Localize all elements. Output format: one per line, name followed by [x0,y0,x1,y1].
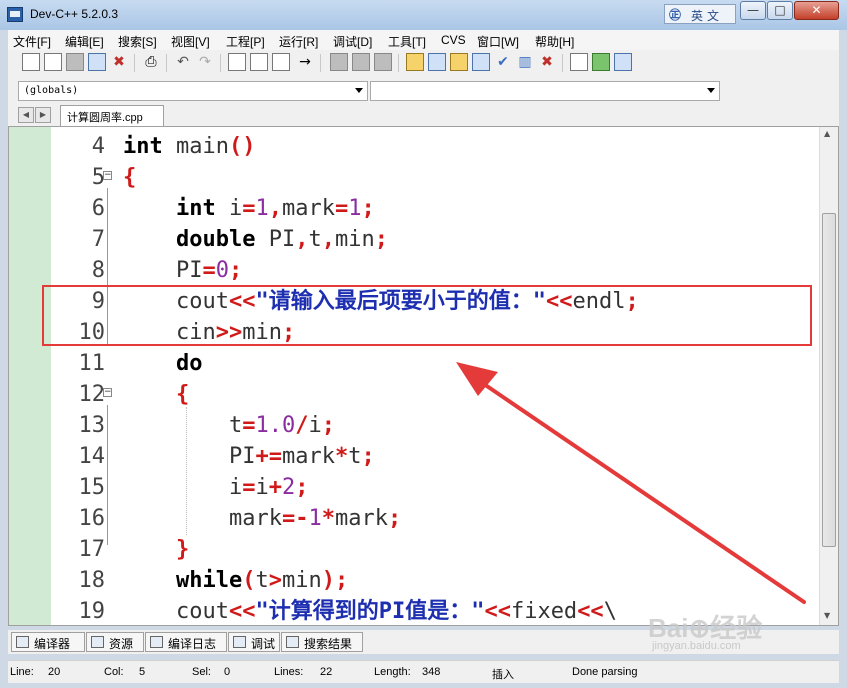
tab-compiler-label: 编译器 [34,637,71,651]
search-icon [286,636,299,648]
check-icon [233,636,246,648]
tab-search-results[interactable]: 搜索结果 [281,632,363,652]
annotation-arrow [456,362,806,604]
tab-compile-log[interactable]: 编译日志 [145,632,227,652]
status-insert-mode: 插入 [492,669,514,681]
status-message: Done parsing [572,666,638,678]
tab-compiler[interactable]: 编译器 [11,632,85,652]
baidu-watermark: Bai⊕经验 jingyan.baidu.com [648,608,808,668]
status-col-value: 5 [139,666,146,678]
status-line-label: Line: [10,666,34,678]
tab-resources[interactable]: 资源 [86,632,144,652]
tab-resources-label: 资源 [109,637,134,651]
compiler-icon [16,636,29,648]
resources-icon [91,636,104,648]
tab-compile-log-label: 编译日志 [168,637,217,651]
status-lines-label: Lines: [274,666,304,678]
chart-icon [150,636,163,648]
status-length-label: Length: [374,666,411,678]
status-lines-value: 22 [320,666,333,678]
watermark-subtext: jingyan.baidu.com [652,640,741,652]
tab-search-results-label: 搜索结果 [304,637,353,651]
status-length-value: 348 [422,666,441,678]
status-col-label: Col: [104,666,124,678]
status-line-value: 20 [48,666,61,678]
status-sel-value: 0 [224,666,231,678]
tab-debug[interactable]: 调试 [228,632,280,652]
tab-debug-label: 调试 [251,637,276,651]
status-sel-label: Sel: [192,666,211,678]
